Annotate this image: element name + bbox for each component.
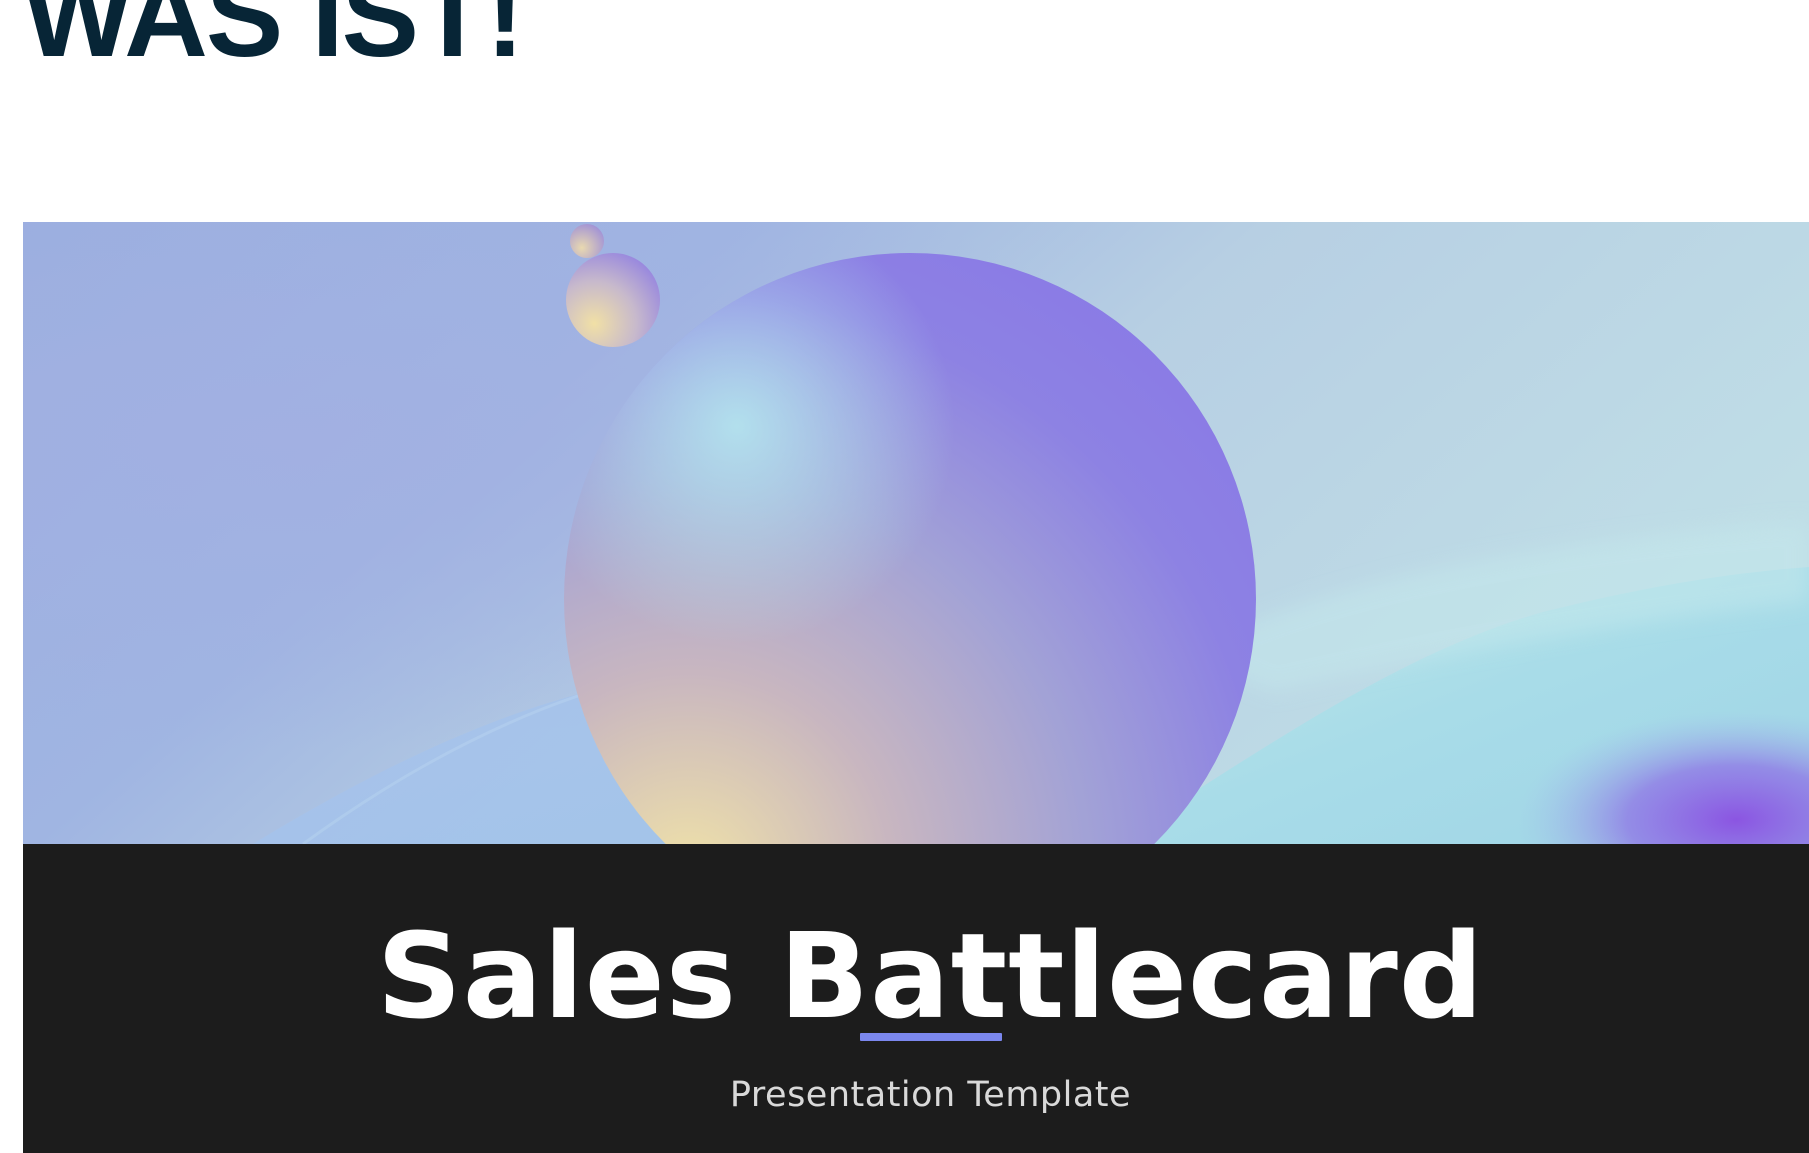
title-banner: Sales Battlecard Presentation Template	[23, 844, 1809, 1153]
page: WAS IST! Sales Battlecard Presentation T…	[0, 0, 1809, 1153]
accent-divider	[860, 1033, 1002, 1041]
hero-illustration	[23, 222, 1809, 844]
slide-subtitle: Presentation Template	[729, 1075, 1132, 1115]
slide-title: Sales Battlecard	[376, 907, 1485, 1045]
abstract-spheres-illustration	[23, 222, 1809, 844]
page-heading: WAS IST!	[23, 0, 525, 81]
template-preview-card[interactable]: Sales Battlecard Presentation Template	[23, 222, 1809, 1153]
